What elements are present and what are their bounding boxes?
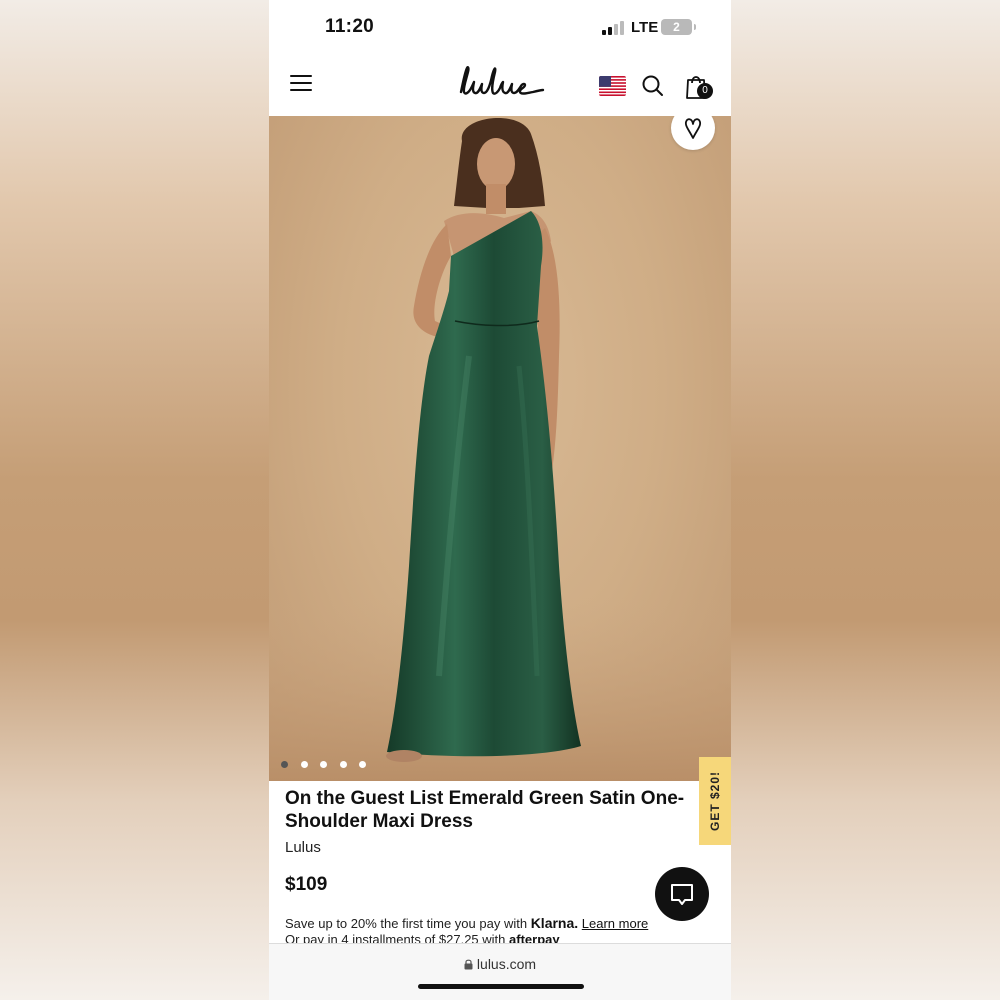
status-bar: 11:20 LTE 2 bbox=[269, 0, 731, 56]
carousel-dot[interactable] bbox=[359, 761, 366, 768]
site-header: 0 bbox=[269, 56, 731, 116]
chat-icon bbox=[671, 884, 693, 905]
carousel-dot[interactable] bbox=[300, 761, 308, 768]
product-title: On the Guest List Emerald Green Satin On… bbox=[285, 788, 685, 832]
us-flag-icon[interactable] bbox=[599, 76, 626, 96]
klarna-learn-more-link[interactable]: Learn more bbox=[582, 916, 648, 931]
heart-icon bbox=[684, 118, 702, 139]
menu-icon[interactable] bbox=[290, 74, 312, 92]
cart-count-badge: 0 bbox=[697, 83, 713, 99]
chat-button[interactable] bbox=[655, 867, 709, 921]
model-in-dress-illustration bbox=[269, 117, 731, 781]
promo-label: GET $20! bbox=[708, 770, 722, 832]
klarna-logo: Klarna. bbox=[530, 915, 579, 931]
search-icon[interactable] bbox=[641, 74, 665, 98]
lulus-logo-mark bbox=[459, 66, 545, 95]
blurred-background-right bbox=[731, 0, 1000, 1000]
klarna-text: Save up to 20% the first time you pay wi… bbox=[285, 916, 531, 931]
url-text: lulus.com bbox=[476, 956, 537, 972]
brand-name[interactable]: Lulus bbox=[285, 839, 321, 856]
browser-address-bar: lulus.com bbox=[269, 943, 731, 1000]
lock-icon bbox=[464, 959, 473, 970]
wishlist-button[interactable] bbox=[671, 116, 715, 150]
signal-strength-icon bbox=[602, 21, 626, 35]
product-image[interactable] bbox=[269, 116, 731, 781]
phone-screen: 11:20 LTE 2 0 GET $20! On the Guest List… bbox=[269, 0, 731, 1000]
status-time: 11:20 bbox=[325, 16, 375, 37]
battery-icon: 2 bbox=[661, 19, 692, 35]
carousel-dot[interactable] bbox=[281, 761, 288, 768]
home-indicator[interactable] bbox=[418, 984, 584, 989]
url-field[interactable]: lulus.com bbox=[269, 956, 731, 972]
network-type: LTE bbox=[631, 19, 659, 36]
product-price: $109 bbox=[285, 874, 328, 895]
battery-tip bbox=[694, 24, 696, 30]
carousel-dot[interactable] bbox=[339, 761, 347, 768]
carousel-dot[interactable] bbox=[320, 761, 327, 768]
klarna-offer: Save up to 20% the first time you pay wi… bbox=[285, 915, 725, 931]
blurred-background-left bbox=[0, 0, 270, 1000]
lulus-logo[interactable] bbox=[455, 62, 545, 102]
